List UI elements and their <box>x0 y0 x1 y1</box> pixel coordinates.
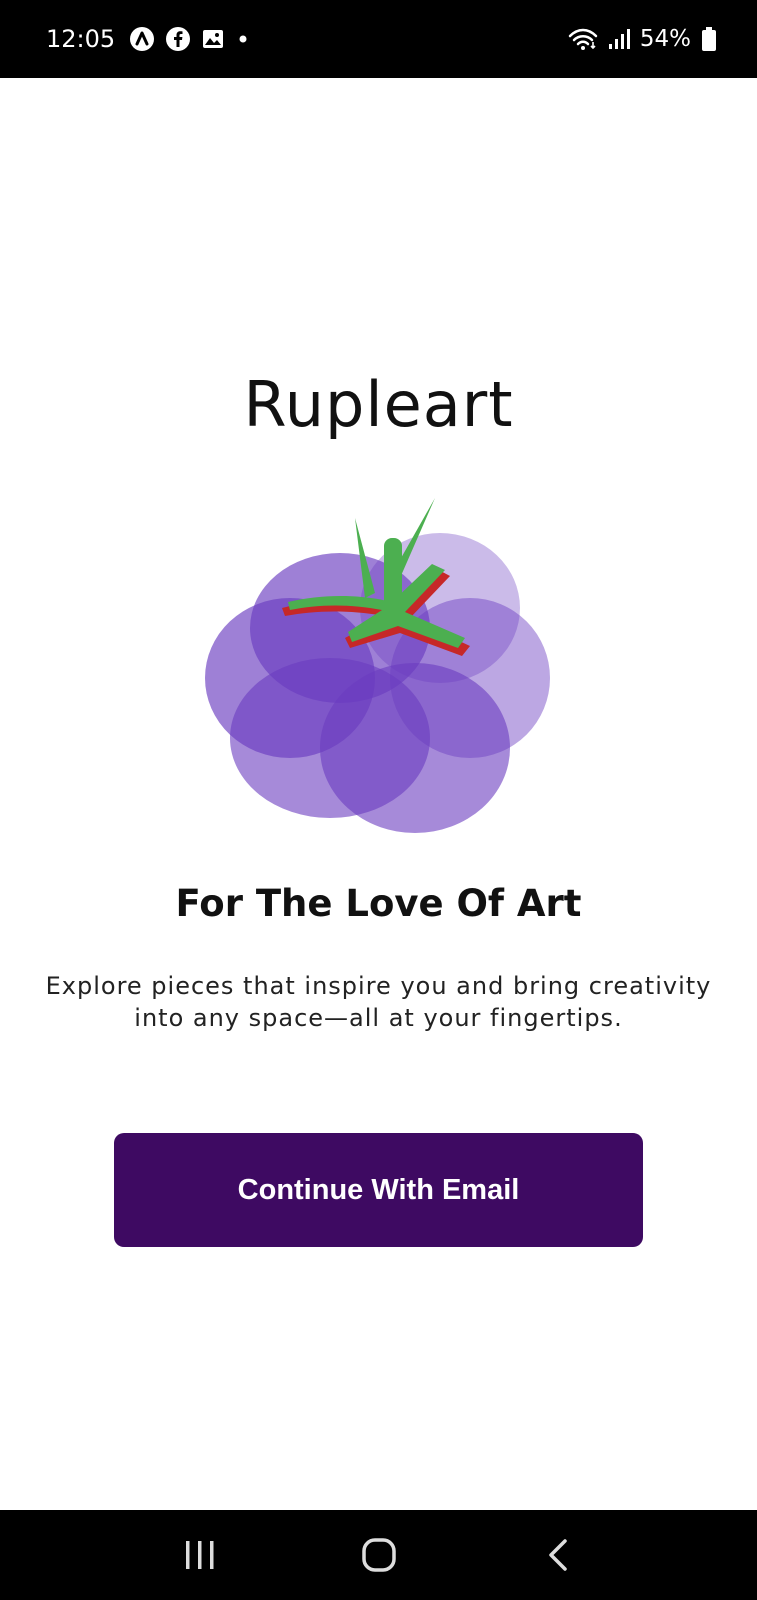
tagline: For The Love Of Art <box>175 882 582 925</box>
logo-petals <box>205 533 550 833</box>
continue-with-email-button[interactable]: Continue With Email <box>114 1133 643 1247</box>
dot-icon <box>235 31 251 47</box>
home-icon[interactable] <box>339 1515 419 1595</box>
status-left: 12:05 <box>46 25 251 53</box>
signal-icon <box>608 28 630 50</box>
status-bar: 12:05 54% <box>0 0 757 78</box>
status-right: 54% <box>568 26 717 52</box>
battery-percentage: 54% <box>639 26 691 52</box>
navigation-bar <box>0 1510 757 1600</box>
rupleart-logo <box>200 498 570 838</box>
battery-icon <box>701 26 717 52</box>
back-icon[interactable] <box>518 1515 598 1595</box>
wifi-icon <box>568 27 598 51</box>
recent-apps-icon[interactable] <box>160 1515 240 1595</box>
welcome-screen: Rupleart For The Love Of Art Explore pie… <box>0 78 757 1510</box>
facebook-icon <box>165 26 191 52</box>
description: Explore pieces that inspire you and brin… <box>45 972 712 1032</box>
app-title: Rupleart <box>243 368 514 441</box>
status-time: 12:05 <box>46 25 116 53</box>
arc-app-icon <box>129 26 155 52</box>
gallery-icon <box>201 27 225 51</box>
